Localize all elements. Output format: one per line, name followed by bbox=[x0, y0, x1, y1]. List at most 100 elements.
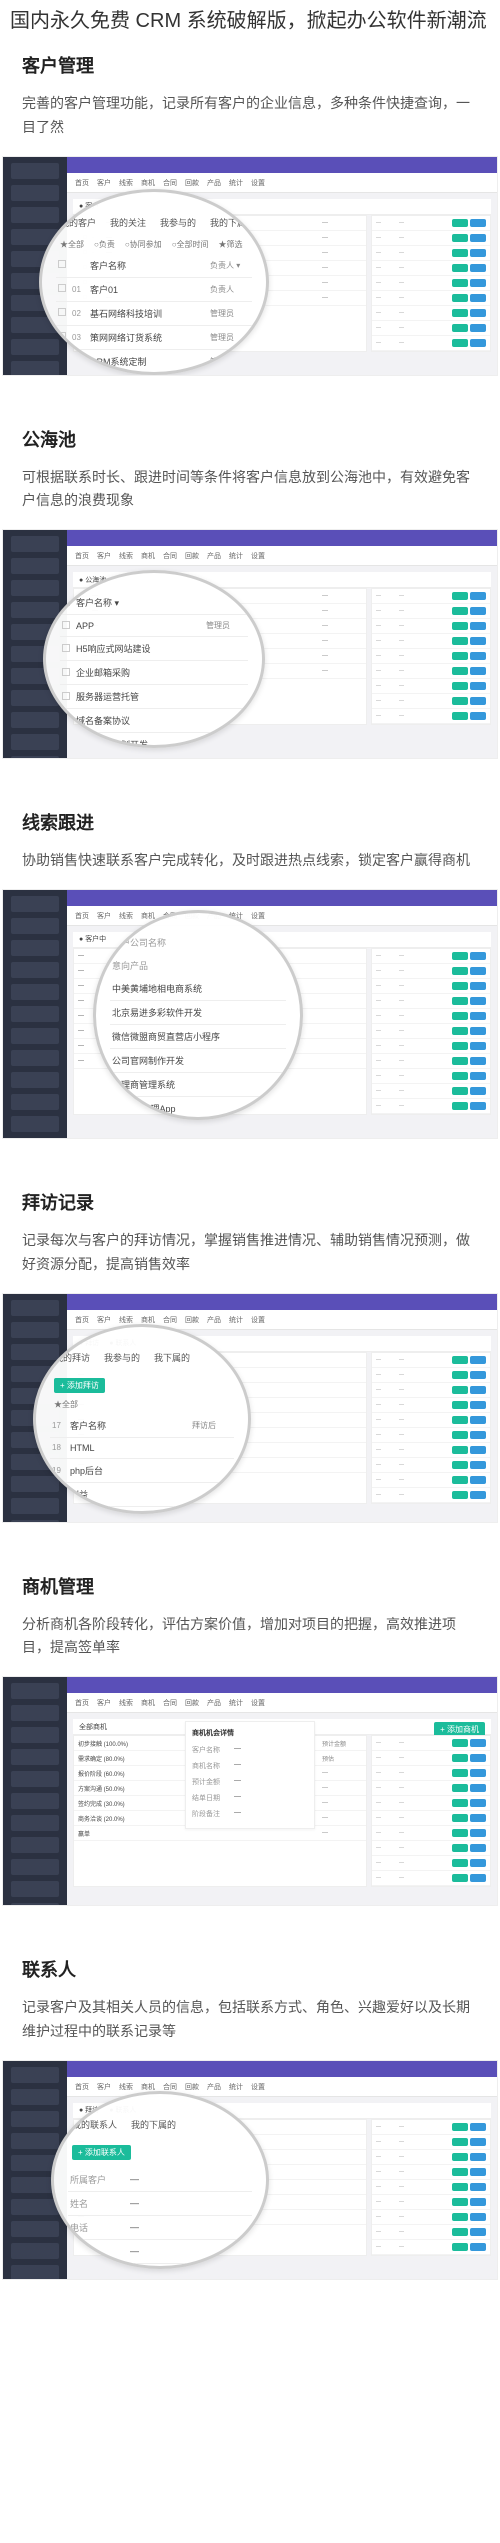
table-row[interactable]: —— bbox=[372, 1841, 490, 1856]
sidebar-item[interactable] bbox=[11, 361, 59, 376]
table-row[interactable]: —— bbox=[372, 1368, 490, 1383]
sidebar-item[interactable] bbox=[11, 1815, 59, 1831]
action-badge[interactable] bbox=[452, 1042, 468, 1050]
action-badge[interactable] bbox=[452, 2123, 468, 2131]
table-row[interactable]: —— bbox=[372, 1024, 490, 1039]
table-row[interactable]: 03策网网络订货系统管理员 bbox=[56, 326, 252, 350]
action-badge[interactable] bbox=[452, 682, 468, 690]
action-badge[interactable] bbox=[452, 2183, 468, 2191]
action-badge[interactable] bbox=[470, 997, 486, 1005]
table-row[interactable]: —— bbox=[372, 1458, 490, 1473]
nav-item[interactable]: 统计 bbox=[229, 1315, 243, 1324]
nav-item[interactable]: 统计 bbox=[229, 551, 243, 560]
nav-item[interactable]: 客户 bbox=[97, 1698, 111, 1707]
table-row[interactable]: —— bbox=[372, 2210, 490, 2225]
nav-item[interactable]: 合同 bbox=[163, 551, 177, 560]
table-row[interactable]: —— bbox=[372, 619, 490, 634]
action-badge[interactable] bbox=[470, 1491, 486, 1499]
table-row[interactable]: 19php后台 bbox=[50, 1459, 234, 1483]
action-badge[interactable] bbox=[470, 697, 486, 705]
action-badge[interactable] bbox=[452, 1087, 468, 1095]
filter-all[interactable]: ★全部 bbox=[54, 1399, 78, 1410]
table-row[interactable]: 服务器运营托管 bbox=[60, 685, 248, 709]
action-badge[interactable] bbox=[452, 294, 468, 302]
action-badge[interactable] bbox=[452, 234, 468, 242]
action-badge[interactable] bbox=[452, 1356, 468, 1364]
action-badge[interactable] bbox=[452, 1401, 468, 1409]
nav-item[interactable]: 合同 bbox=[163, 1315, 177, 1324]
table-row[interactable]: —— bbox=[372, 694, 490, 709]
action-badge[interactable] bbox=[470, 1087, 486, 1095]
tab-participate[interactable]: 我参与的 bbox=[160, 216, 196, 229]
add-contact-button[interactable]: + 添加联系人 bbox=[72, 2145, 131, 2160]
action-badge[interactable] bbox=[470, 2198, 486, 2206]
action-badge[interactable] bbox=[452, 2168, 468, 2176]
action-badge[interactable] bbox=[452, 1102, 468, 1110]
nav-item[interactable]: 回款 bbox=[185, 551, 199, 560]
tab-my-contacts[interactable]: 我的联系人 bbox=[72, 2118, 117, 2131]
nav-item[interactable]: 线索 bbox=[119, 551, 133, 560]
action-badge[interactable] bbox=[470, 339, 486, 347]
action-badge[interactable] bbox=[470, 1829, 486, 1837]
sidebar-item[interactable] bbox=[11, 1859, 59, 1875]
sidebar-item[interactable] bbox=[11, 536, 59, 552]
table-row[interactable]: —— bbox=[372, 2120, 490, 2135]
action-badge[interactable] bbox=[470, 952, 486, 960]
action-badge[interactable] bbox=[452, 967, 468, 975]
action-badge[interactable] bbox=[452, 1814, 468, 1822]
nav-item[interactable]: 统计 bbox=[229, 2082, 243, 2091]
action-badge[interactable] bbox=[470, 967, 486, 975]
nav-item[interactable]: 设置 bbox=[251, 2082, 265, 2091]
action-badge[interactable] bbox=[470, 1784, 486, 1792]
table-row[interactable]: —— bbox=[372, 1781, 490, 1796]
table-row[interactable]: 01客户01负责人 bbox=[56, 278, 252, 302]
action-badge[interactable] bbox=[470, 249, 486, 257]
tab-my-follow[interactable]: 我的关注 bbox=[110, 216, 146, 229]
table-row[interactable]: —— bbox=[372, 1069, 490, 1084]
action-badge[interactable] bbox=[452, 982, 468, 990]
table-row[interactable]: —— bbox=[372, 604, 490, 619]
action-badge[interactable] bbox=[452, 1754, 468, 1762]
action-badge[interactable] bbox=[470, 1769, 486, 1777]
table-row[interactable]: —— bbox=[372, 291, 490, 306]
table-row[interactable]: 企业邮箱采购 bbox=[60, 661, 248, 685]
nav-item[interactable]: 设置 bbox=[251, 911, 265, 920]
nav-item[interactable]: 首页 bbox=[75, 178, 89, 187]
table-row[interactable]: —— bbox=[372, 2150, 490, 2165]
action-badge[interactable] bbox=[452, 1844, 468, 1852]
table-row[interactable]: —— bbox=[372, 1736, 490, 1751]
table-row[interactable]: —— bbox=[372, 2240, 490, 2255]
nav-item[interactable]: 设置 bbox=[251, 1315, 265, 1324]
action-badge[interactable] bbox=[470, 1401, 486, 1409]
nav-item[interactable]: 客户 bbox=[97, 911, 111, 920]
nav-item[interactable]: 商机 bbox=[141, 1315, 155, 1324]
sidebar-item[interactable] bbox=[11, 1028, 59, 1044]
action-badge[interactable] bbox=[452, 1072, 468, 1080]
sidebar-item[interactable] bbox=[11, 1072, 59, 1088]
filter-filter[interactable]: ★筛选 bbox=[219, 239, 243, 250]
action-badge[interactable] bbox=[452, 1027, 468, 1035]
action-badge[interactable] bbox=[470, 1042, 486, 1050]
table-row[interactable]: 18HTML bbox=[50, 1438, 234, 1459]
action-badge[interactable] bbox=[470, 682, 486, 690]
sidebar-item[interactable] bbox=[11, 962, 59, 978]
nav-item[interactable]: 首页 bbox=[75, 551, 89, 560]
action-badge[interactable] bbox=[452, 1739, 468, 1747]
sidebar-item[interactable] bbox=[11, 1771, 59, 1787]
action-badge[interactable] bbox=[452, 2213, 468, 2221]
sidebar-item[interactable] bbox=[11, 940, 59, 956]
table-row[interactable]: —— bbox=[372, 1443, 490, 1458]
action-badge[interactable] bbox=[452, 622, 468, 630]
table-row[interactable]: —— bbox=[372, 2135, 490, 2150]
action-badge[interactable] bbox=[452, 1874, 468, 1882]
nav-item[interactable]: 线索 bbox=[119, 178, 133, 187]
table-row[interactable]: —— bbox=[372, 321, 490, 336]
add-visit-button[interactable]: + 添加拜访 bbox=[54, 1378, 105, 1393]
nav-item[interactable]: 首页 bbox=[75, 1698, 89, 1707]
action-badge[interactable] bbox=[452, 2153, 468, 2161]
action-badge[interactable] bbox=[452, 997, 468, 1005]
sidebar-item[interactable] bbox=[11, 207, 59, 223]
nav-item[interactable]: 商机 bbox=[141, 2082, 155, 2091]
table-row[interactable]: —— bbox=[372, 306, 490, 321]
sidebar-item[interactable] bbox=[11, 1705, 59, 1721]
